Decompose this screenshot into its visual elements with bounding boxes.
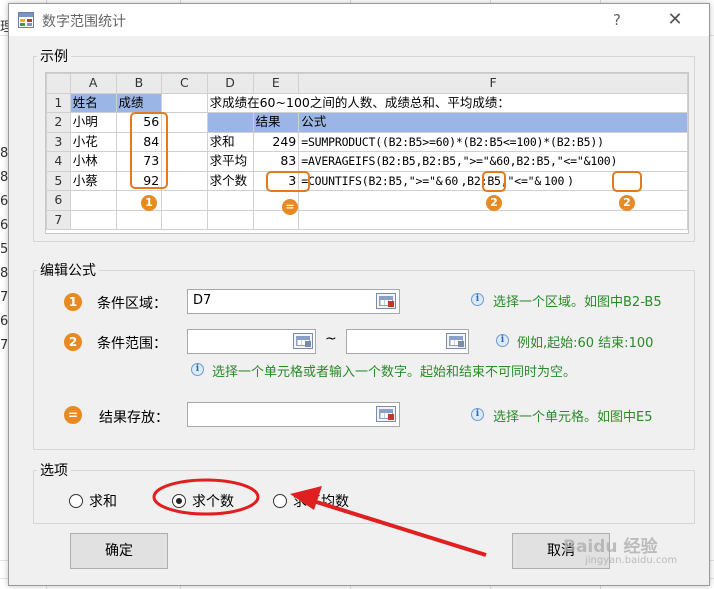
condition-area-hint: 选择一个区域。如图中B2-B5 <box>493 295 662 310</box>
window-title: 数字范围统计 <box>42 14 126 30</box>
row-header: 3 <box>46 131 71 152</box>
options-group <box>33 470 695 524</box>
help-button[interactable]: ? <box>602 8 632 32</box>
formula-part: =COUNTIFS(B2:B5,">="& <box>301 173 443 188</box>
condition-range-hint: 例如,起始:60 结束:100 <box>517 336 654 351</box>
close-button[interactable]: ✕ <box>660 8 690 32</box>
cell-e4: 83 <box>252 151 300 172</box>
formula-part: ) <box>567 173 574 188</box>
range-start-picker-button[interactable] <box>293 333 313 349</box>
sum-radio-label[interactable]: 求和 <box>89 491 117 511</box>
end-value-highlight <box>612 171 642 192</box>
column-header: B <box>115 73 163 94</box>
info-icon: i <box>471 293 484 306</box>
row-header: 6 <box>46 190 71 211</box>
condition-area-value: D7 <box>193 293 212 308</box>
row-header: 4 <box>46 151 71 172</box>
cell-a3: 小花 <box>69 131 117 152</box>
info-icon: i <box>496 334 509 347</box>
step-1-icon: 1 <box>64 293 82 311</box>
number-range-dialog: 数字范围统计 ? ✕ 示例 A B C D E F 1 姓名 成绩 求成绩在60… <box>8 3 710 586</box>
condition-area-input[interactable]: D7 <box>187 289 400 314</box>
condition-range-label: 条件范围： <box>97 336 167 352</box>
cell-b1: 成绩 <box>115 92 163 113</box>
column-header: C <box>161 73 208 94</box>
watermark-url: jingyan.baidu.com <box>585 555 678 566</box>
average-radio[interactable] <box>273 494 287 508</box>
range-end-picker-button[interactable] <box>446 333 466 349</box>
score-range-highlight <box>130 112 168 189</box>
ok-button[interactable]: 确定 <box>70 533 168 569</box>
result-cell-highlight <box>266 171 310 192</box>
count-radio-label[interactable]: 求个数 <box>192 491 234 511</box>
app-icon <box>18 12 34 28</box>
cell-a1: 姓名 <box>69 92 117 113</box>
condition-area-label: 条件区域： <box>97 296 167 312</box>
result-hint: 选择一个单元格。如图中E5 <box>493 410 653 425</box>
cell-f3: =SUMPRODUCT((B2:B5>=60)*(B2:B5<=100)*(B2… <box>298 131 688 152</box>
formula-end-value: 100 <box>544 173 565 188</box>
cell-a4: 小林 <box>69 151 117 172</box>
options-group-label: 选项 <box>37 460 71 480</box>
info-icon: i <box>191 363 204 376</box>
start-value-highlight <box>482 171 506 192</box>
cell-d5: 求个数 <box>206 170 254 191</box>
step-2-badge: 2 <box>486 195 502 211</box>
corner-cell <box>46 73 71 94</box>
step-2-icon: 2 <box>64 333 82 351</box>
example-group-label: 示例 <box>37 46 71 66</box>
result-label: 结果存放： <box>99 410 169 426</box>
info-icon: i <box>471 408 484 421</box>
result-badge: = <box>282 199 298 215</box>
cell-f4: =AVERAGEIFS(B2:B5,B2:B5,">="&60,B2:B5,"<… <box>298 151 688 172</box>
column-header: E <box>252 73 300 94</box>
step-2-badge: 2 <box>619 195 635 211</box>
average-radio-label[interactable]: 求平均数 <box>293 491 349 511</box>
watermark: Baidu 经验 <box>563 537 658 557</box>
cell-f2: 公式 <box>298 112 688 133</box>
sum-radio[interactable] <box>69 494 83 508</box>
cell-a5: 小蔡 <box>69 170 117 191</box>
count-radio[interactable] <box>172 494 186 508</box>
edit-formula-group-label: 编辑公式 <box>37 260 99 280</box>
row-header: 2 <box>46 112 71 133</box>
formula-start-value: 60 <box>444 173 459 188</box>
range-picker-button[interactable] <box>376 293 396 309</box>
row-header: 1 <box>46 92 71 113</box>
cell-d4: 求平均 <box>206 151 254 172</box>
column-header: F <box>298 73 688 94</box>
column-header: A <box>69 73 117 94</box>
cell-e2: 结果 <box>252 112 300 133</box>
step-1-badge: 1 <box>141 195 157 211</box>
cell-a2: 小明 <box>69 112 117 133</box>
example-spreadsheet-image: A B C D E F 1 姓名 成绩 求成绩在60~100之间的人数、成绩总和… <box>45 72 689 234</box>
column-header: D <box>206 73 254 94</box>
cell-d1: 求成绩在60~100之间的人数、成绩总和、平均成绩： <box>206 92 688 113</box>
result-input[interactable] <box>187 402 400 427</box>
cell-d3: 求和 <box>206 131 254 152</box>
cell-e3: 249 <box>252 131 300 152</box>
row-header: 5 <box>46 170 71 191</box>
condition-range-sub-hint: 选择一个单元格或者输入一个数字。起始和结束不可同时为空。 <box>212 365 577 380</box>
title-bar: 数字范围统计 ? ✕ <box>9 4 709 36</box>
range-separator: ~ <box>325 331 337 347</box>
row-header: 7 <box>46 209 71 230</box>
result-picker-button[interactable] <box>376 406 396 422</box>
result-icon: = <box>64 406 82 424</box>
